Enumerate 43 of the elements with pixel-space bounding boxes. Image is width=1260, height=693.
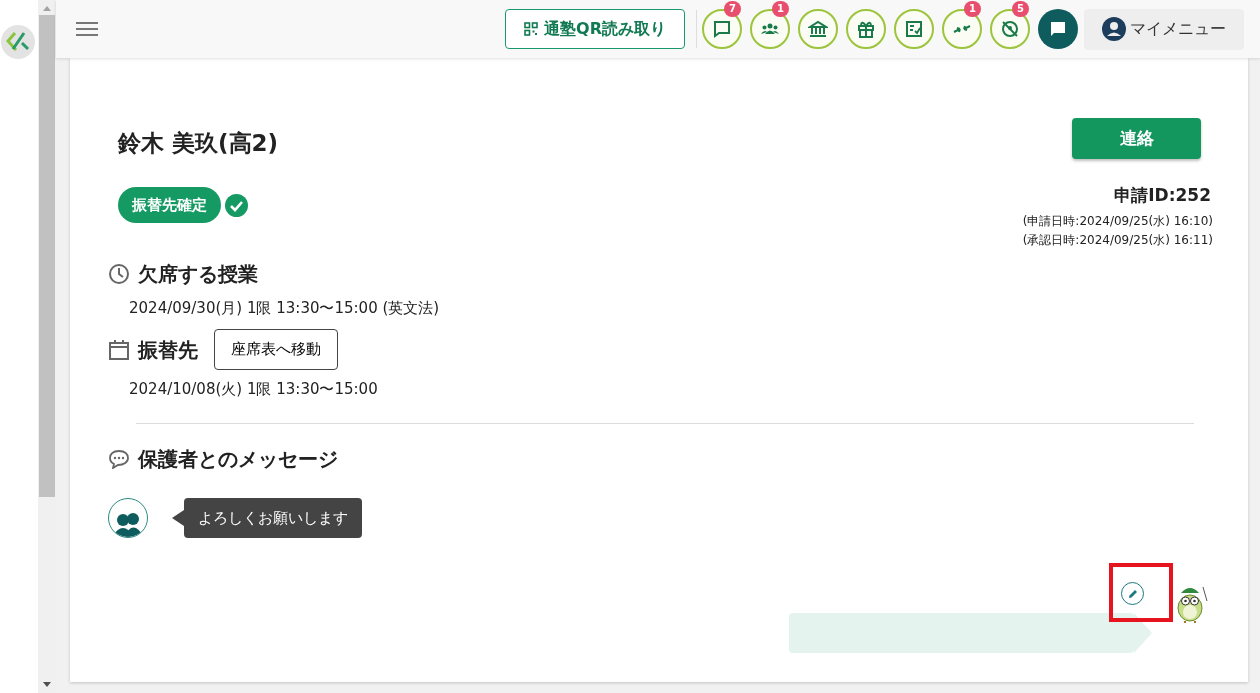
chat-button[interactable]	[1038, 9, 1078, 49]
bank-icon	[808, 19, 828, 39]
checklist-icon	[904, 19, 924, 39]
edit-button[interactable]	[1121, 582, 1144, 605]
pencil-icon	[1126, 587, 1139, 600]
seat-chart-button[interactable]: 座席表へ移動	[214, 329, 338, 370]
chat-icon	[712, 19, 732, 39]
count-badge: 7	[724, 1, 741, 17]
count-badge: 1	[964, 1, 981, 17]
approved-datetime: (承認日時:2024/09/25(水) 16:11)	[1022, 232, 1213, 247]
toolbar-button[interactable]	[846, 9, 886, 49]
qr-icon	[524, 22, 539, 36]
student-name: 鈴木 美玖(高2)	[118, 129, 279, 158]
section-heading: 欠席する授業	[138, 260, 258, 288]
guardian-avatar	[108, 497, 148, 538]
status-label: 振替先確定	[118, 186, 221, 223]
request-id: 申請ID:252	[1114, 184, 1211, 207]
section-heading: 振替先	[138, 336, 198, 364]
qr-scan-button[interactable]: 通塾QR読み取り	[505, 9, 685, 49]
clock-icon	[108, 262, 130, 285]
user-icon	[1102, 17, 1126, 41]
location-off-icon	[1000, 19, 1020, 39]
my-menu-button[interactable]: マイメニュー	[1084, 8, 1244, 50]
reply-bubble-tail	[1134, 613, 1152, 653]
gift-icon	[856, 19, 876, 39]
toolbar-button[interactable]	[894, 9, 934, 49]
calendar-icon	[108, 338, 130, 361]
app-logo[interactable]	[1, 25, 35, 59]
section-heading: 保護者とのメッセージ	[138, 445, 338, 473]
speech-bubble-icon	[108, 448, 130, 469]
scroll-down-icon[interactable]	[43, 682, 51, 687]
transfer-class-detail: 2024/10/08(火) 1限 13:30〜15:00	[128, 379, 379, 400]
scrollbar-thumb[interactable]	[39, 15, 55, 497]
absent-class-detail: 2024/09/30(月) 1限 13:30〜15:00 (英文法)	[128, 297, 441, 319]
contact-button[interactable]: 連絡	[1072, 118, 1201, 159]
chat-icon	[1049, 20, 1067, 38]
message-bubble: よろしくお願いします	[184, 497, 362, 538]
reply-input[interactable]	[789, 613, 1134, 653]
count-badge: 1	[772, 1, 789, 17]
applied-datetime: (申請日時:2024/09/25(水) 16:10)	[1022, 212, 1213, 230]
count-badge: 5	[1012, 1, 1029, 17]
toolbar-button[interactable]	[798, 9, 838, 49]
menu-icon[interactable]	[76, 21, 98, 37]
